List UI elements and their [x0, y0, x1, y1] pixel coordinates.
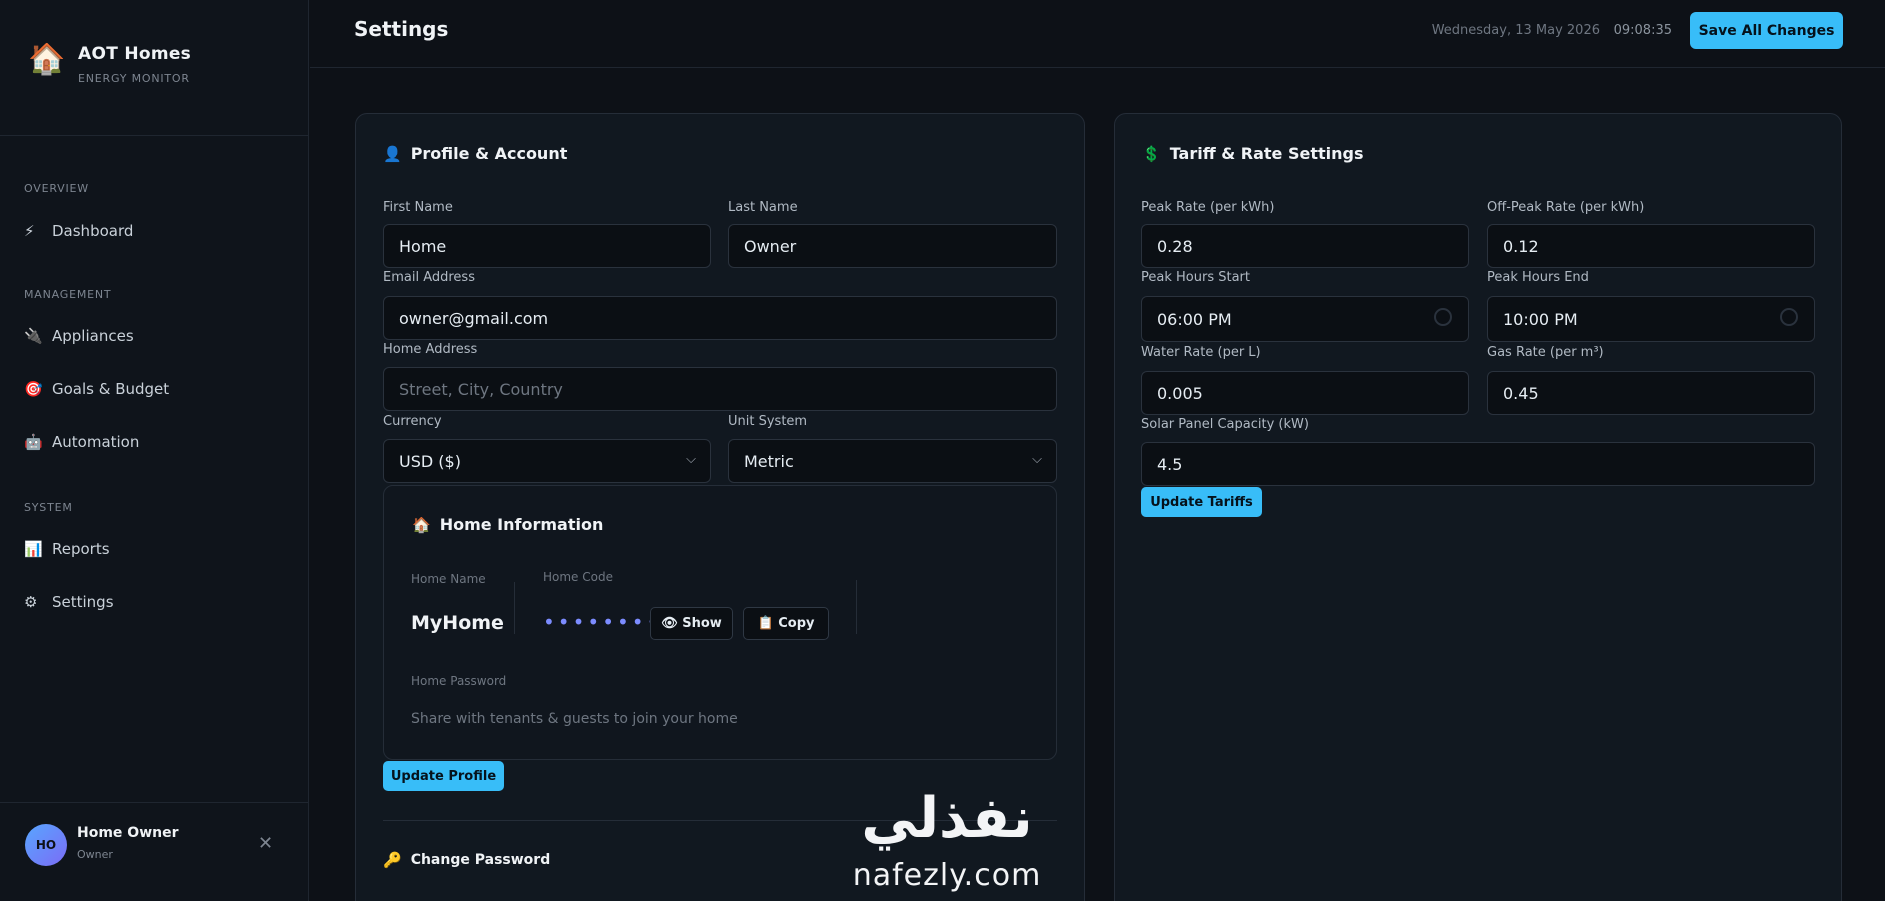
sidebar-item-label: Goals & Budget	[52, 380, 170, 398]
sidebar-item-label: Dashboard	[52, 222, 134, 240]
house-icon: 🏠	[28, 42, 66, 77]
save-all-changes-button[interactable]: Save All Changes	[1690, 12, 1843, 49]
sidebar-divider	[0, 135, 309, 136]
peak-start-input[interactable]: 06:00 PM	[1141, 296, 1469, 342]
top-bar: Settings Wednesday, 13 May 2026 09:08:35…	[310, 0, 1885, 68]
first-name-label: First Name	[383, 200, 453, 215]
sidebar-item-reports[interactable]: 📊 Reports	[24, 534, 110, 564]
unit-system-select[interactable]: Metric ⌵	[728, 439, 1057, 483]
home-info-separator	[856, 580, 857, 634]
sidebar-item-appliances[interactable]: 🔌 Appliances	[24, 321, 134, 351]
last-name-label: Last Name	[728, 200, 798, 215]
email-label: Email Address	[383, 270, 475, 285]
home-code-label: Home Code	[543, 570, 613, 584]
nav-section-overview: OVERVIEW	[24, 182, 89, 195]
plug-icon: 🔌	[24, 327, 43, 345]
home-password-hint: Share with tenants & guests to join your…	[411, 711, 738, 727]
gas-rate-input[interactable]: 0.45	[1487, 371, 1815, 415]
sidebar-item-settings[interactable]: ⚙ Settings	[24, 587, 114, 617]
update-tariffs-button[interactable]: Update Tariffs	[1141, 487, 1262, 517]
dollar-icon: 💲	[1142, 144, 1161, 163]
sidebar-item-label: Reports	[52, 540, 110, 558]
peak-end-label: Peak Hours End	[1487, 270, 1589, 285]
key-icon: 🔑	[383, 851, 402, 869]
clock-icon[interactable]	[1780, 308, 1798, 326]
unit-system-value: Metric	[744, 451, 794, 471]
user-name: Home Owner	[77, 825, 179, 841]
peak-rate-input[interactable]: 0.28	[1141, 224, 1469, 268]
currency-select[interactable]: USD ($) ⌵	[383, 439, 711, 483]
nav-section-system: SYSTEM	[24, 501, 73, 514]
water-rate-input[interactable]: 0.005	[1141, 371, 1469, 415]
home-code-masked: ••••••••	[543, 610, 662, 634]
avatar[interactable]: HO	[25, 824, 67, 866]
copy-code-button[interactable]: 📋 Copy	[743, 607, 829, 640]
sidebar-item-goals-budget[interactable]: 🎯 Goals & Budget	[24, 374, 169, 404]
home-info-title: 🏠 Home Information	[412, 515, 603, 534]
solar-capacity-input[interactable]: 4.5	[1141, 442, 1815, 486]
tariff-card-title: 💲 Tariff & Rate Settings	[1142, 144, 1363, 163]
peak-start-value: 06:00 PM	[1157, 309, 1232, 329]
show-code-button[interactable]: 👁 Show	[650, 607, 733, 640]
peak-end-input[interactable]: 10:00 PM	[1487, 296, 1815, 342]
peak-start-label: Peak Hours Start	[1141, 270, 1250, 285]
user-icon: 👤	[383, 144, 402, 163]
nav-section-management: MANAGEMENT	[24, 288, 112, 301]
clock-icon[interactable]	[1434, 308, 1452, 326]
peak-rate-label: Peak Rate (per kWh)	[1141, 200, 1275, 215]
change-password-title-text: Change Password	[410, 852, 551, 868]
currency-label: Currency	[383, 414, 442, 429]
current-time: 09:08:35	[1613, 23, 1672, 38]
sidebar-item-label: Appliances	[52, 327, 134, 345]
sidebar-item-dashboard[interactable]: ⚡ Dashboard	[24, 216, 133, 246]
sidebar-item-label: Automation	[52, 433, 140, 451]
unit-system-label: Unit System	[728, 414, 808, 429]
user-role: Owner	[77, 848, 113, 861]
house-icon: 🏠	[412, 515, 431, 534]
brand[interactable]: 🏠 AOT Homes ENERGY MONITOR	[28, 42, 191, 90]
home-address-label: Home Address	[383, 342, 478, 357]
bar-chart-icon: 📊	[24, 540, 43, 558]
currency-value: USD ($)	[399, 451, 461, 471]
water-rate-label: Water Rate (per L)	[1141, 345, 1261, 360]
last-name-input[interactable]: Owner	[728, 224, 1057, 268]
home-info-separator	[514, 582, 515, 634]
profile-title-text: Profile & Account	[410, 144, 568, 163]
home-address-input[interactable]: Street, City, Country	[383, 367, 1057, 411]
offpeak-rate-label: Off-Peak Rate (per kWh)	[1487, 200, 1645, 215]
watermark-logo: نفذلي nafezly.com	[838, 784, 1056, 901]
target-icon: 🎯	[24, 380, 43, 398]
change-password-title: 🔑 Change Password	[383, 851, 550, 869]
home-info-title-text: Home Information	[439, 515, 604, 534]
watermark-arabic: نفذلي	[861, 786, 1033, 851]
home-name-label: Home Name	[411, 572, 486, 586]
chevron-down-icon: ⌵	[1032, 452, 1042, 467]
sidebar-item-automation[interactable]: 🤖 Automation	[24, 427, 139, 457]
page-title: Settings	[354, 17, 449, 41]
email-input[interactable]: owner@gmail.com	[383, 296, 1057, 340]
watermark-latin: nafezly.com	[852, 858, 1042, 893]
brand-subtitle: ENERGY MONITOR	[78, 72, 190, 85]
gear-icon: ⚙	[24, 593, 38, 611]
offpeak-rate-input[interactable]: 0.12	[1487, 224, 1815, 268]
profile-card-title: 👤 Profile & Account	[383, 144, 567, 163]
update-profile-button[interactable]: Update Profile	[383, 761, 504, 791]
first-name-input[interactable]: Home	[383, 224, 711, 268]
solar-capacity-label: Solar Panel Capacity (kW)	[1141, 417, 1309, 432]
current-date: Wednesday, 13 May 2026	[1431, 23, 1600, 38]
home-name-value: MyHome	[411, 612, 504, 634]
lightning-icon: ⚡	[24, 222, 35, 240]
brand-name: AOT Homes	[78, 44, 192, 64]
tariff-title-text: Tariff & Rate Settings	[1169, 144, 1364, 163]
home-password-label: Home Password	[411, 674, 507, 688]
peak-end-value: 10:00 PM	[1503, 309, 1578, 329]
gas-rate-label: Gas Rate (per m³)	[1487, 345, 1604, 360]
brand-text: AOT Homes ENERGY MONITOR	[78, 42, 191, 85]
user-profile: HO Home Owner Owner ✕	[0, 802, 309, 901]
sidebar-item-label: Settings	[52, 593, 114, 611]
close-icon[interactable]: ✕	[258, 833, 273, 854]
sidebar: 🏠 AOT Homes ENERGY MONITOR OVERVIEW ⚡ Da…	[0, 0, 309, 901]
robot-icon: 🤖	[24, 433, 43, 451]
chevron-down-icon: ⌵	[686, 452, 696, 467]
